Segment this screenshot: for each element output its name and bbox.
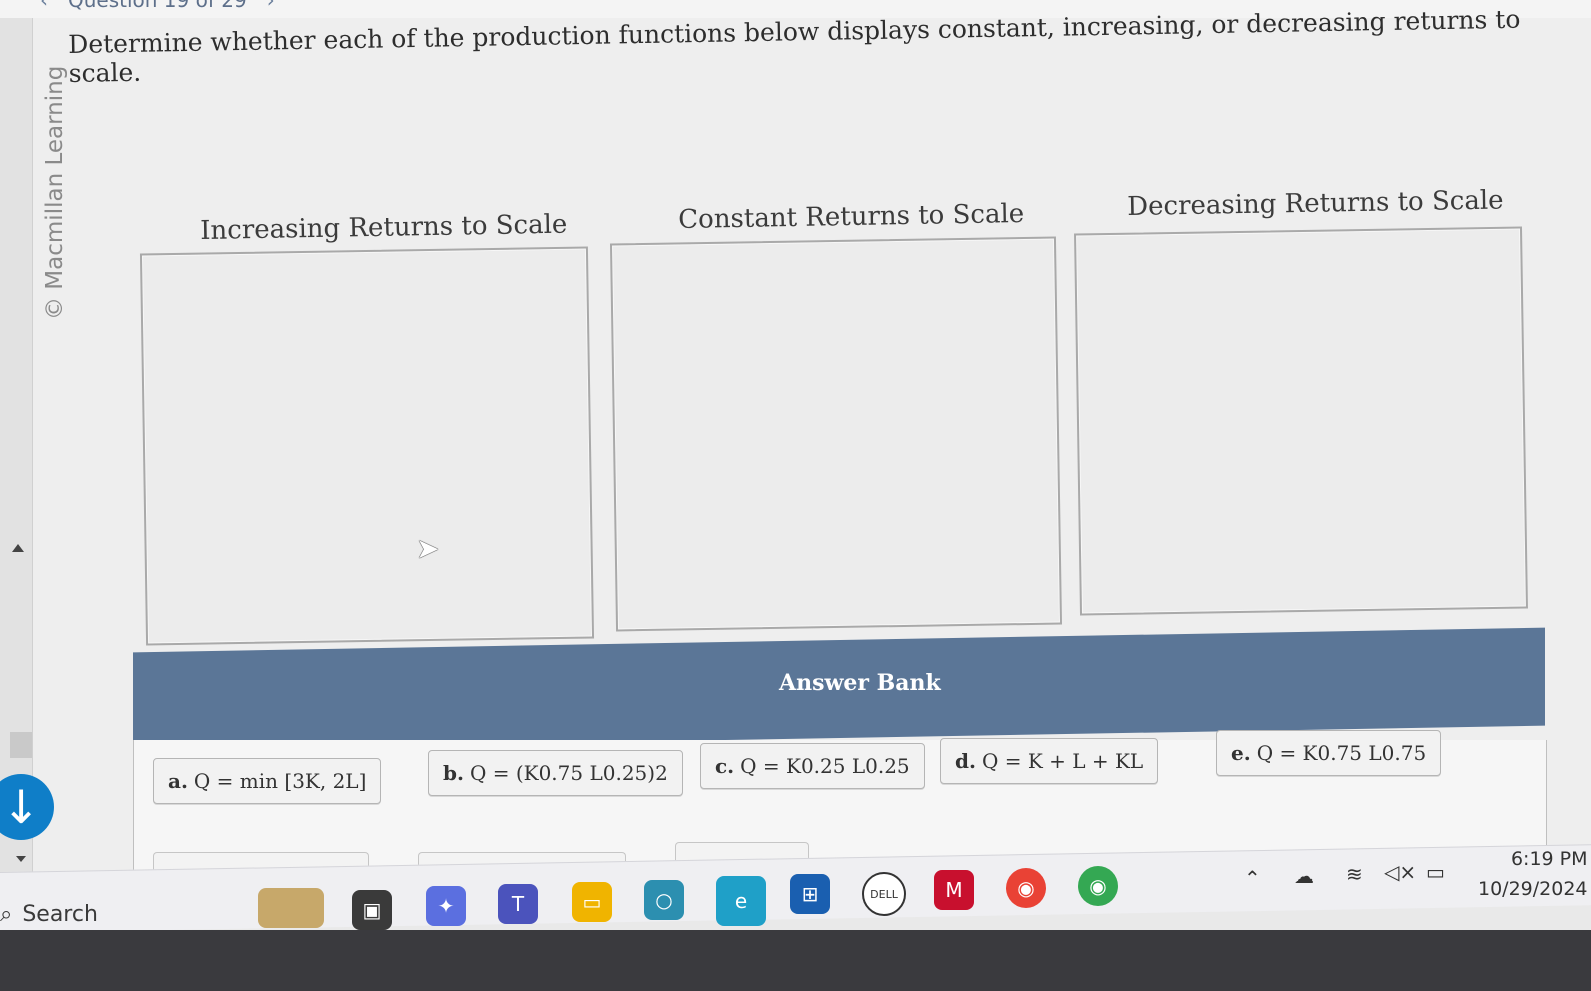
answer-chip-a[interactable]: a. Q = min [3K, 2L] <box>153 758 382 804</box>
chip-letter: c. <box>715 754 735 778</box>
chevron-up-icon[interactable]: ⌃ <box>1244 866 1261 890</box>
mcafee-icon[interactable]: M <box>934 870 974 910</box>
chip-letter: a. <box>168 769 188 793</box>
monitor-bezel <box>0 930 1591 991</box>
scroll-down-icon[interactable] <box>16 856 26 862</box>
download-arrow-button[interactable]: ↓ <box>0 774 54 840</box>
chip-formula: Q = K0.75 L0.75 <box>1256 741 1427 765</box>
wifi-icon[interactable]: ≋ <box>1346 862 1363 886</box>
drop-zone-constant[interactable] <box>609 236 1063 632</box>
scrollbar-thumb[interactable] <box>10 732 32 758</box>
drop-zone-increasing[interactable] <box>139 246 595 646</box>
answer-chip-e[interactable]: e. Q = K0.75 L0.75 <box>1216 730 1442 776</box>
search-label: Search <box>22 902 98 927</box>
answer-chip-d[interactable]: d. Q = K + L + KL <box>940 738 1159 784</box>
chip-formula: Q = K + L + KL <box>981 749 1144 773</box>
mouse-pointer-icon: ➤ <box>416 532 440 565</box>
chrome-icon[interactable]: ◉ <box>1006 868 1046 908</box>
chip-formula: Q = K0.25 L0.25 <box>740 754 910 778</box>
system-clock[interactable]: 6:19 PM 10/29/2024 <box>1478 844 1588 904</box>
dell-icon[interactable]: DELL <box>862 872 906 916</box>
store-icon[interactable]: ⊞ <box>790 874 830 914</box>
teams-icon[interactable]: T <box>498 884 538 924</box>
file-explorer-icon[interactable]: ▭ <box>572 882 612 922</box>
edge-icon[interactable]: e <box>716 876 766 926</box>
chip-letter: d. <box>955 749 976 773</box>
scroll-up-icon[interactable] <box>12 544 24 552</box>
chevron-left-icon[interactable]: ‹ <box>40 0 48 12</box>
onedrive-icon[interactable]: ☁ <box>1294 864 1314 888</box>
answer-bank-title: Answer Bank <box>779 670 941 696</box>
chrome-profile-icon[interactable]: ◉ <box>1078 866 1118 906</box>
drop-zone-decreasing[interactable] <box>1074 226 1528 616</box>
browser-viewport: ‹ Question 19 of 29 › © Macmillan Learni… <box>0 0 1591 880</box>
arrow-down-icon: ↓ <box>1 780 41 834</box>
chip-letter: b. <box>443 761 464 785</box>
answer-chip-b[interactable]: b. Q = (K0.75 L0.25)2 <box>428 750 683 796</box>
chip-letter: e. <box>1231 741 1251 765</box>
chip-formula: Q = (K0.75 L0.25)2 <box>469 761 668 785</box>
copyright-watermark: © Macmillan Learning <box>42 65 68 320</box>
chip-formula: Q = min [3K, 2L] <box>193 769 367 793</box>
question-navigation: ‹ Question 19 of 29 › <box>40 0 275 12</box>
zone-title-decreasing: Decreasing Returns to Scale <box>1127 185 1504 222</box>
clock-time: 6:19 PM <box>1510 848 1588 870</box>
copilot-icon[interactable]: ✦ <box>426 886 466 926</box>
taskbar-search[interactable]: ⌕ Search <box>0 902 98 927</box>
chevron-right-icon[interactable]: › <box>267 0 275 12</box>
answer-chip-c[interactable]: c. Q = K0.25 L0.25 <box>700 743 925 789</box>
widgets-icon[interactable] <box>258 888 324 928</box>
task-view-icon[interactable]: ▣ <box>352 890 392 930</box>
search-icon: ⌕ <box>0 902 13 927</box>
battery-icon[interactable]: ▭ <box>1426 860 1445 884</box>
zone-title-increasing: Increasing Returns to Scale <box>200 209 568 246</box>
question-label: Question 19 of 29 <box>68 0 247 12</box>
clock-date: 10/29/2024 <box>1478 878 1588 900</box>
zone-title-constant: Constant Returns to Scale <box>678 198 1025 235</box>
cortana-icon[interactable]: ○ <box>644 880 684 920</box>
volume-muted-icon[interactable]: ◁× <box>1384 860 1416 884</box>
